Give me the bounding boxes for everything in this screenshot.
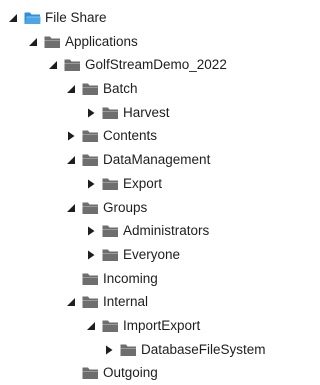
tree-node-label: Export [123, 175, 163, 191]
folder-icon [82, 272, 99, 286]
tree-node-outgoing[interactable]: Outgoing [0, 361, 260, 385]
expand-arrow-icon[interactable] [64, 290, 78, 314]
expand-arrow-icon[interactable] [46, 53, 60, 77]
tree-node-label: File Share [45, 10, 107, 25]
folder-icon [102, 319, 119, 333]
expand-arrow-icon[interactable] [64, 196, 78, 220]
collapse-arrow-icon[interactable] [84, 101, 98, 125]
collapse-arrow-icon[interactable] [64, 124, 78, 148]
tree-node-label: Groups [103, 199, 148, 215]
folder-icon [82, 153, 99, 167]
folder-icon [102, 248, 119, 262]
tree-node-label: Outgoing [103, 365, 158, 381]
expand-arrow-icon[interactable] [26, 30, 40, 54]
folder-icon [64, 58, 81, 72]
tree-node-label: Incoming [103, 270, 158, 286]
tree-node-label: Contents [103, 128, 158, 144]
folder-icon [44, 35, 61, 49]
expand-arrow-icon[interactable] [6, 6, 20, 30]
folder-icon [102, 106, 119, 120]
tree-node-label: Harvest [123, 104, 170, 120]
folder-icon [120, 343, 137, 357]
folder-icon [82, 366, 99, 380]
tree-node-export[interactable]: Export [0, 172, 260, 196]
expand-arrow-icon[interactable] [64, 77, 78, 101]
collapse-arrow-icon[interactable] [84, 172, 98, 196]
tree-node-file-share[interactable]: File Share [0, 6, 260, 30]
tree-node-label: Batch [103, 81, 138, 97]
shared-folder-icon [24, 11, 41, 25]
folder-icon [82, 129, 99, 143]
tree-node-everyone[interactable]: Everyone [0, 243, 260, 267]
tree-node-applications[interactable]: Applications [0, 30, 260, 54]
collapse-arrow-icon[interactable] [84, 243, 98, 267]
tree-node-label: Applications [65, 33, 138, 49]
expand-arrow-icon[interactable] [84, 314, 98, 338]
file-share-tree: File Share Applications GolfStreamDemo_2… [0, 6, 266, 385]
tree-node-internal[interactable]: Internal [0, 290, 260, 314]
collapse-arrow-icon[interactable] [102, 338, 116, 362]
tree-node-datamanagement[interactable]: DataManagement [0, 148, 260, 172]
tree-node-harvest[interactable]: Harvest [0, 101, 260, 125]
tree-node-label: GolfStreamDemo_2022 [85, 57, 227, 73]
tree-node-label: Everyone [123, 246, 181, 262]
folder-icon [102, 177, 119, 191]
collapse-arrow-icon[interactable] [84, 219, 98, 243]
tree-node-label: ImportExport [123, 317, 201, 333]
folder-icon [82, 295, 99, 309]
folder-icon [82, 201, 99, 215]
expand-arrow-icon[interactable] [64, 148, 78, 172]
tree-node-contents[interactable]: Contents [0, 124, 260, 148]
tree-node-administrators[interactable]: Administrators [0, 219, 260, 243]
tree-node-groups[interactable]: Groups [0, 196, 260, 220]
tree-node-label: DataManagement [103, 152, 211, 168]
tree-node-importexport[interactable]: ImportExport [0, 314, 260, 338]
tree-node-label: Internal [103, 294, 149, 310]
tree-node-label: DatabaseFileSystem [141, 341, 266, 357]
tree-node-golfstreamdemo-2022[interactable]: GolfStreamDemo_2022 [0, 53, 260, 77]
tree-node-databasefilesystem[interactable]: DatabaseFileSystem [0, 338, 266, 362]
tree-node-label: Administrators [123, 223, 210, 239]
folder-icon [82, 82, 99, 96]
tree-node-incoming[interactable]: Incoming [0, 267, 260, 291]
folder-icon [102, 224, 119, 238]
tree-node-batch[interactable]: Batch [0, 77, 260, 101]
